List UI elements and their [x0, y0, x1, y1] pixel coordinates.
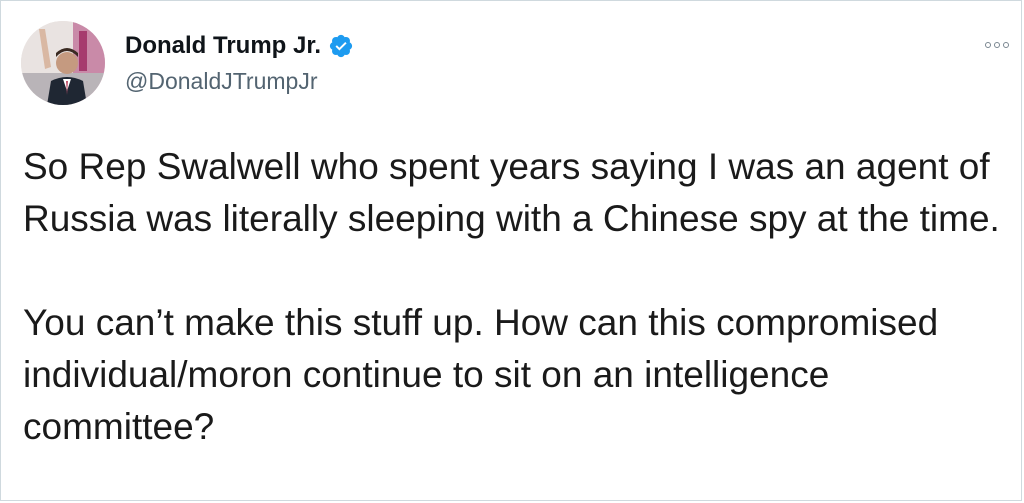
tweet-text: So Rep Swalwell who spent years saying I… [23, 141, 1013, 453]
author-handle[interactable]: @DonaldJTrumpJr [125, 67, 318, 95]
author-name[interactable]: Donald Trump Jr. [125, 31, 354, 61]
dot [985, 42, 991, 48]
profile-photo-icon [21, 21, 105, 105]
avatar[interactable] [21, 21, 105, 105]
tweet-card: Donald Trump Jr. @DonaldJTrumpJr So Rep … [0, 0, 1022, 501]
verified-badge-icon [329, 34, 353, 58]
dot [1003, 42, 1009, 48]
tweet-paragraph: You can’t make this stuff up. How can th… [23, 302, 939, 447]
tweet-paragraph: So Rep Swalwell who spent years saying I… [23, 146, 1000, 239]
more-options-icon[interactable] [977, 35, 1017, 55]
author-name-label: Donald Trump Jr. [125, 32, 322, 59]
dot [994, 42, 1000, 48]
